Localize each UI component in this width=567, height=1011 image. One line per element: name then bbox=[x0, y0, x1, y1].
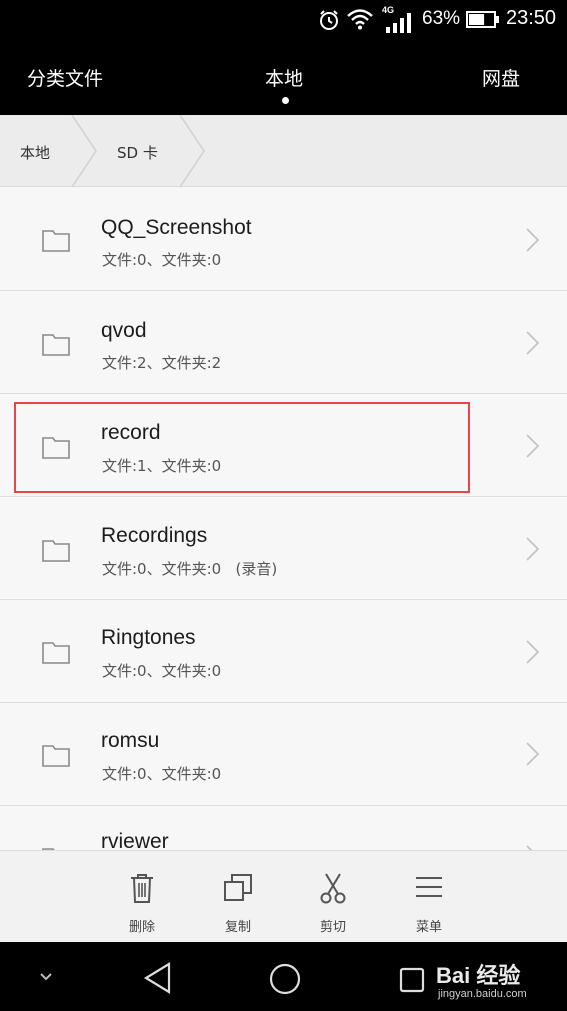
chevron-right-icon bbox=[526, 331, 540, 355]
file-name: Recordings bbox=[101, 524, 208, 547]
watermark-url: jingyan.baidu.com bbox=[438, 988, 527, 1000]
tab-cloud-drive[interactable]: 网盘 bbox=[482, 64, 520, 91]
delete-label: 删除 bbox=[128, 920, 155, 935]
folder-icon bbox=[42, 642, 70, 664]
alarm-icon bbox=[320, 10, 338, 30]
tab-local[interactable]: 本地 bbox=[265, 64, 303, 91]
cut-button[interactable]: 剪切 bbox=[303, 851, 363, 943]
file-meta: 文件:2、文件夹:2 bbox=[102, 354, 222, 372]
menu-label: 菜单 bbox=[415, 920, 442, 935]
status-bar: 4G 63% 23:50 bbox=[0, 0, 567, 40]
file-row-recordings[interactable]: Recordings 文件:0、文件夹:0 (录音) bbox=[0, 497, 567, 600]
active-tab-indicator bbox=[282, 97, 289, 104]
back-icon[interactable] bbox=[142, 961, 174, 995]
file-meta: 文件:0、文件夹:0 (录音) bbox=[102, 560, 278, 578]
file-meta: 文件:0、文件夹:0 bbox=[102, 765, 222, 783]
watermark-brand: Bai 经验 bbox=[436, 963, 521, 988]
signal-icon: 4G bbox=[380, 5, 416, 33]
breadcrumb-sd-card[interactable]: SD 卡 bbox=[117, 142, 158, 163]
copy-icon bbox=[224, 874, 252, 901]
clock: 23:50 bbox=[506, 7, 557, 29]
chevron-right-icon bbox=[526, 434, 540, 458]
folder-icon bbox=[42, 745, 70, 767]
menu-button[interactable]: 菜单 bbox=[399, 851, 459, 943]
wifi-icon bbox=[347, 9, 373, 30]
file-name: qvod bbox=[101, 319, 147, 342]
breadcrumb-separator-icon bbox=[71, 115, 97, 187]
battery-percent: 63% bbox=[422, 8, 461, 29]
recent-apps-icon[interactable] bbox=[398, 966, 426, 994]
chevron-right-icon bbox=[526, 228, 540, 252]
file-row-qq-screenshot[interactable]: QQ_Screenshot 文件:0、文件夹:0 bbox=[0, 188, 567, 291]
file-meta: 文件:0、文件夹:0 bbox=[102, 662, 222, 680]
battery-icon bbox=[466, 11, 499, 28]
action-bar: 删除 复制 剪切 菜单 bbox=[0, 850, 567, 942]
chevron-down-icon[interactable] bbox=[34, 966, 58, 986]
nav-bar: Bai 经验 jingyan.baidu.com bbox=[0, 942, 567, 1011]
folder-icon bbox=[42, 540, 70, 562]
file-row-ringtones[interactable]: Ringtones 文件:0、文件夹:0 bbox=[0, 600, 567, 703]
delete-button[interactable]: 删除 bbox=[112, 851, 172, 943]
cut-label: 剪切 bbox=[319, 920, 346, 935]
breadcrumb: 本地 SD 卡 bbox=[0, 115, 567, 187]
file-meta: 文件:1、文件夹:0 bbox=[102, 457, 222, 475]
folder-icon bbox=[42, 230, 70, 252]
file-name: record bbox=[101, 421, 161, 444]
home-icon[interactable] bbox=[268, 962, 302, 996]
chevron-right-icon bbox=[526, 845, 533, 850]
baidu-jingyan-watermark: Bai 经验 jingyan.baidu.com bbox=[436, 958, 564, 1006]
file-meta: 文件:0、文件夹:0 bbox=[102, 251, 222, 269]
file-row-rviewer[interactable]: rviewer bbox=[0, 806, 567, 850]
folder-icon bbox=[42, 437, 70, 459]
chevron-right-icon bbox=[526, 742, 540, 766]
chevron-right-icon bbox=[526, 537, 540, 561]
menu-icon bbox=[416, 877, 442, 897]
trash-icon bbox=[131, 874, 153, 903]
file-row-romsu[interactable]: romsu 文件:0、文件夹:0 bbox=[0, 703, 567, 806]
breadcrumb-local[interactable]: 本地 bbox=[20, 142, 50, 163]
copy-label: 复制 bbox=[224, 920, 251, 935]
copy-button[interactable]: 复制 bbox=[208, 851, 268, 943]
file-list[interactable]: QQ_Screenshot 文件:0、文件夹:0 qvod 文件:2、文件夹:2… bbox=[0, 188, 567, 850]
scissors-icon bbox=[320, 873, 346, 904]
breadcrumb-separator-icon bbox=[179, 115, 205, 187]
folder-icon bbox=[42, 334, 70, 356]
file-row-qvod[interactable]: qvod 文件:2、文件夹:2 bbox=[0, 291, 567, 394]
tab-bar: 分类文件 本地 网盘 bbox=[0, 40, 567, 115]
file-name: rviewer bbox=[101, 830, 169, 850]
file-name: romsu bbox=[101, 729, 160, 752]
file-name: QQ_Screenshot bbox=[101, 216, 252, 239]
tab-classified-files[interactable]: 分类文件 bbox=[27, 64, 103, 91]
chevron-right-icon bbox=[526, 640, 540, 664]
file-name: Ringtones bbox=[101, 626, 196, 649]
file-row-record[interactable]: record 文件:1、文件夹:0 bbox=[0, 394, 567, 497]
